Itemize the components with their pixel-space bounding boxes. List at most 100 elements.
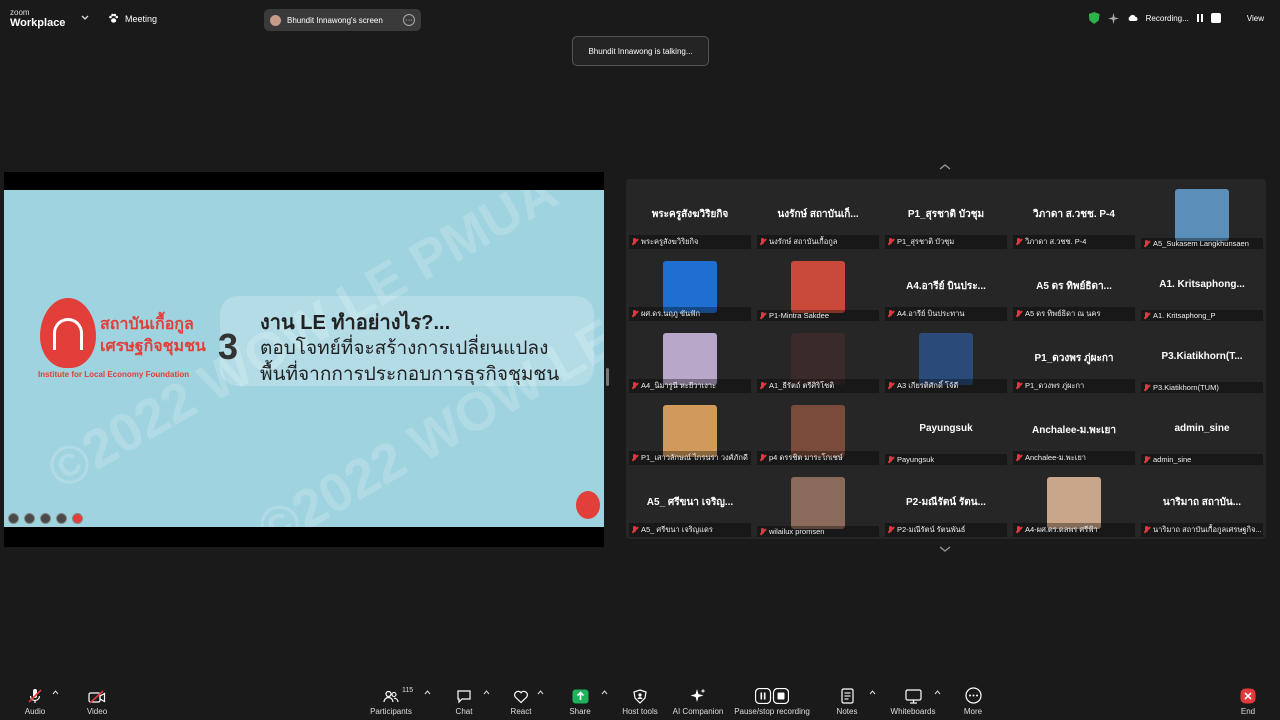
whiteboards-button[interactable]: Whiteboards [888, 682, 938, 720]
participant-label-text: A5_ ศรีขนา เจริญแดร [641, 525, 713, 534]
video-button[interactable]: Video [82, 682, 112, 720]
participant-name-label: A4-ผศ.ดร.ดลพร ศรีฟ้า [1013, 523, 1135, 537]
participant-label-text: Payungsuk [897, 455, 935, 464]
notes-icon [840, 688, 854, 704]
chat-label: Chat [455, 707, 473, 716]
more-icon[interactable] [56, 513, 67, 524]
mic-muted-icon [631, 310, 638, 318]
participant-name-label: P2-มณีรัตน์ รัตนพันธ์ [885, 523, 1007, 537]
participant-tile[interactable]: A5_Sukasem Langkhunsaen [1138, 179, 1266, 251]
participant-tile[interactable]: A1. Kritsaphong... A1. Kritsaphong_P [1138, 251, 1266, 323]
participant-name-label: นงรักษ์ สถาบันเกื้อกูล [757, 235, 879, 249]
participant-label-text: ผศ.ดร.นฤภู ขันฟัก [641, 309, 701, 318]
pause-stop-recording-button[interactable]: Pause/stop recording [730, 682, 814, 720]
share-button[interactable]: Share [565, 682, 595, 720]
participant-tile[interactable]: A5 ดร ทิพย์ธิดา... A5 ดร ทิพย์ธิดา ณ นคร [1010, 251, 1138, 323]
participant-display-name: A4.อารีย์ บินประ... [906, 281, 986, 292]
laser-icon[interactable] [72, 513, 83, 524]
sparkle-icon[interactable] [1107, 12, 1119, 24]
chat-caret-icon[interactable] [483, 690, 490, 695]
participant-tile[interactable]: Payungsuk Payungsuk [882, 395, 1010, 467]
participant-tile[interactable]: P1_เสาวลักษณ์ ไกรนรา วงศ์ภักดี [626, 395, 754, 467]
participant-tile[interactable]: p4 ดรรชิต มาระโกเชษ์ [754, 395, 882, 467]
participant-name-label: A4.อารีย์ บินประทาน [885, 307, 1007, 321]
participants-caret-icon[interactable] [424, 690, 431, 695]
view-button[interactable]: View [1247, 14, 1264, 23]
participant-tile[interactable]: P3.Kiatikhorn(T... P3.Kiatikhorn(TUM) [1138, 323, 1266, 395]
participant-tile[interactable]: A1_ธีรัตถ์ ตรีศิริโชติ [754, 323, 882, 395]
participant-name-label: P1_สุรชาติ บัวชุม [885, 235, 1007, 249]
participant-label-text: admin_sine [1153, 455, 1192, 464]
stop-recording-icon[interactable] [1210, 13, 1221, 23]
bottom-toolbar: Audio Video Participants 115 Chat React … [0, 682, 1280, 720]
host-tools-label: Host tools [622, 707, 658, 716]
security-shield-icon[interactable] [1088, 12, 1100, 24]
heart-icon [514, 690, 528, 704]
mic-muted-icon [887, 238, 894, 246]
participant-tile[interactable]: นงรักษ์ สถาบันเก็... นงรักษ์ สถาบันเกื้อก… [754, 179, 882, 251]
notes-caret-icon[interactable] [869, 690, 876, 695]
chat-button[interactable]: Chat [450, 682, 478, 720]
more-options-icon[interactable]: ··· [403, 14, 415, 26]
shared-screen-pill[interactable]: Bhundit Innawong's screen ··· [264, 9, 421, 31]
participant-tile[interactable]: P1_ดวงพร ภู่ผะกา P1_ดวงพร ภู่ผะกา [1010, 323, 1138, 395]
participant-tile[interactable]: A3 เกียรติศักดิ์ โจ้ดี [882, 323, 1010, 395]
participant-tile[interactable]: A5_ ศรีขนา เจริญ... A5_ ศรีขนา เจริญแดร [626, 467, 754, 539]
mic-muted-icon [887, 382, 894, 390]
audio-options-caret-icon[interactable] [52, 690, 59, 695]
pen-icon[interactable] [24, 513, 35, 524]
participant-tile[interactable]: ผศ.ดร.นฤภู ขันฟัก [626, 251, 754, 323]
participant-display-name: Anchalee-ม.พะเยา [1031, 425, 1117, 436]
pause-recording-icon[interactable] [1196, 14, 1203, 22]
mic-muted-icon [631, 454, 638, 462]
host-tools-button[interactable]: Host tools [618, 682, 662, 720]
back-icon[interactable] [8, 513, 19, 524]
participant-label-text: A4.อารีย์ บินประทาน [897, 309, 965, 318]
participant-name-label: A3 เกียรติศักดิ์ โจ้ดี [885, 379, 1007, 393]
mic-muted-icon [887, 455, 894, 464]
captions-icon[interactable] [40, 513, 51, 524]
participant-tile[interactable]: P1_สุรชาติ บัวชุม P1_สุรชาติ บัวชุม [882, 179, 1010, 251]
end-button[interactable]: End [1234, 682, 1262, 720]
notes-button[interactable]: Notes [832, 682, 862, 720]
mic-muted-icon [631, 526, 638, 534]
participant-label-text: A4-ผศ.ดร.ดลพร ศรีฟ้า [1025, 525, 1098, 534]
react-button[interactable]: React [506, 682, 536, 720]
zoom-logo: zoom Workplace [10, 9, 65, 29]
participant-tile[interactable]: P1-Mintra Sakdee [754, 251, 882, 323]
gallery-scroll-up-icon[interactable] [938, 163, 952, 171]
participant-display-name: P2-มณีรัตน์ รัตน... [906, 497, 986, 508]
participant-label-text: วิภาดา ส.วชช. P-4 [1025, 237, 1087, 246]
participant-tile[interactable]: A4_นิมารูนี หะยีวาเงาะ [626, 323, 754, 395]
whiteboards-caret-icon[interactable] [934, 690, 941, 695]
gallery-scroll-down-icon[interactable] [938, 545, 952, 553]
participant-tile[interactable]: P2-มณีรัตน์ รัตน... P2-มณีรัตน์ รัตนพันธ์ [882, 467, 1010, 539]
participant-tile[interactable]: วิภาดา ส.วชช. P-4 วิภาดา ส.วชช. P-4 [1010, 179, 1138, 251]
whiteboards-label: Whiteboards [890, 707, 936, 716]
share-caret-icon[interactable] [601, 690, 608, 695]
mic-muted-icon [1143, 455, 1150, 464]
meeting-info-button[interactable]: Meeting [108, 13, 157, 24]
mic-muted-icon [1143, 526, 1150, 534]
participant-video [791, 477, 845, 529]
participant-tile[interactable]: A4-ผศ.ดร.ดลพร ศรีฟ้า [1010, 467, 1138, 539]
participant-tile[interactable]: A4.อารีย์ บินประ... A4.อารีย์ บินประทาน [882, 251, 1010, 323]
participant-label-text: P2-มณีรัตน์ รัตนพันธ์ [897, 525, 966, 534]
participant-tile[interactable]: admin_sine admin_sine [1138, 395, 1266, 467]
participants-icon [383, 690, 399, 703]
mic-muted-icon [887, 310, 894, 318]
chevron-down-icon[interactable] [80, 13, 90, 23]
ai-companion-button[interactable]: AI Companion [670, 682, 726, 720]
participant-name-label: P3.Kiatikhorn(TUM) [1141, 382, 1263, 393]
split-handle[interactable] [606, 368, 609, 386]
participant-tile[interactable]: พระครูสังฆวิริยกิจ พระครูสังฆวิริยกิจ [626, 179, 754, 251]
participant-tile[interactable]: Anchalee-ม.พะเยา Anchalee-ม.พะเยา [1010, 395, 1138, 467]
participant-label-text: A5 ดร ทิพย์ธิดา ณ นคร [1025, 309, 1101, 318]
participant-tile[interactable]: นาริมาถ สถาบัน... นาริมาถ สถาบันเกื้อกูลเ… [1138, 467, 1266, 539]
mic-muted-icon [759, 311, 766, 320]
participant-tile[interactable]: wilailux promsen [754, 467, 882, 539]
react-caret-icon[interactable] [537, 690, 544, 695]
audio-button[interactable]: Audio [20, 682, 50, 720]
more-button[interactable]: More [958, 682, 988, 720]
participant-video [791, 261, 845, 313]
